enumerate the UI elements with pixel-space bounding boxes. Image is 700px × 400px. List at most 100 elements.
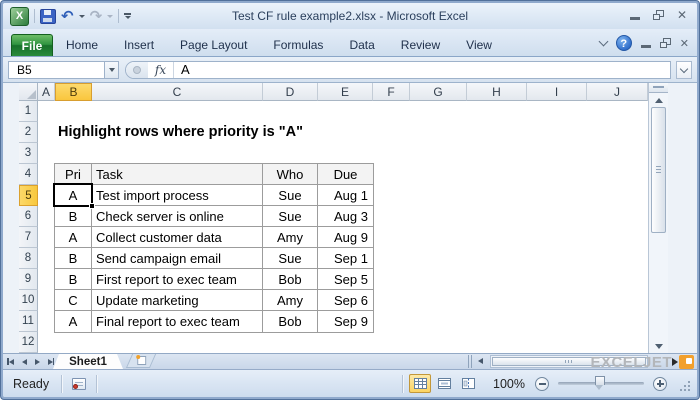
tab-data[interactable]: Data [336, 34, 387, 56]
row-header-7[interactable]: 7 [19, 227, 38, 248]
name-box-dropdown[interactable] [104, 60, 119, 79]
next-sheet-button[interactable] [34, 358, 40, 365]
column-header-d[interactable]: D [263, 83, 318, 101]
redo-dropdown-icon[interactable] [107, 14, 114, 18]
name-box[interactable]: B5 [8, 60, 104, 79]
previous-sheet-button[interactable] [21, 358, 27, 365]
column-header-f[interactable]: F [373, 83, 410, 101]
cell-c10[interactable]: Update marketing [92, 290, 263, 310]
row-header-8[interactable]: 8 [19, 248, 38, 269]
scroll-left-button[interactable] [478, 358, 483, 364]
close-workbook-icon[interactable]: ✕ [680, 38, 689, 49]
cell-d7[interactable]: Amy [263, 227, 318, 247]
table-header-pri[interactable]: Pri [55, 164, 92, 184]
excel-app-icon[interactable]: X [10, 6, 29, 26]
vertical-scroll-track[interactable] [649, 233, 668, 339]
cell-e6[interactable]: Aug 3 [318, 206, 373, 226]
row-header-4[interactable]: 4 [19, 164, 38, 185]
row-header-5-selected[interactable]: 5 [19, 185, 38, 206]
row-header-1[interactable]: 1 [19, 101, 38, 122]
undo-icon[interactable]: ↶ [61, 8, 74, 24]
tab-formulas[interactable]: Formulas [260, 34, 336, 56]
scroll-down-button[interactable] [649, 339, 668, 353]
close-window-icon[interactable]: ✕ [677, 9, 687, 21]
help-icon[interactable]: ? [615, 35, 632, 51]
cell-b7[interactable]: A [55, 227, 92, 247]
cell-b10[interactable]: C [55, 290, 92, 310]
row-header-11[interactable]: 11 [19, 311, 38, 332]
cell-e5[interactable]: Aug 1 [318, 185, 373, 205]
column-header-b-selected[interactable]: B [55, 83, 92, 101]
scroll-right-icon[interactable] [672, 358, 678, 366]
row-header-9[interactable]: 9 [19, 269, 38, 290]
scroll-up-button[interactable] [649, 93, 668, 107]
cell-c11[interactable]: Final report to exec team [92, 311, 263, 332]
zoom-level-label[interactable]: 100% [493, 377, 525, 391]
column-header-c[interactable]: C [92, 83, 263, 101]
column-header-e[interactable]: E [318, 83, 373, 101]
record-macro-button[interactable] [72, 377, 87, 390]
cell-c6[interactable]: Check server is online [92, 206, 263, 226]
cell-d5[interactable]: Sue [263, 185, 318, 205]
insert-function-icon[interactable]: fx [148, 61, 174, 78]
zoom-slider[interactable] [558, 376, 644, 390]
row-header-6[interactable]: 6 [19, 206, 38, 227]
column-header-i[interactable]: I [527, 83, 587, 101]
cell-d11[interactable]: Bob [263, 311, 318, 332]
tab-view[interactable]: View [453, 34, 505, 56]
cell-e8[interactable]: Sep 1 [318, 248, 373, 268]
tab-home[interactable]: Home [53, 34, 111, 56]
cell-b9[interactable]: B [55, 269, 92, 289]
tab-file[interactable]: File [11, 34, 53, 56]
row-header-2[interactable]: 2 [19, 122, 38, 143]
cell-d6[interactable]: Sue [263, 206, 318, 226]
first-sheet-button[interactable] [7, 358, 14, 365]
vertical-split-handle[interactable] [649, 83, 668, 93]
cell-c9[interactable]: First report to exec team [92, 269, 263, 289]
customize-qat-dropdown-icon[interactable] [124, 13, 132, 19]
tab-insert[interactable]: Insert [111, 34, 167, 56]
cell-e7[interactable]: Aug 9 [318, 227, 373, 247]
zoom-in-button[interactable] [653, 376, 667, 391]
formula-input[interactable]: A [174, 62, 190, 77]
zoom-slider-thumb[interactable] [595, 376, 605, 390]
cell-c7[interactable]: Collect customer data [92, 227, 263, 247]
zoom-out-button[interactable] [535, 376, 549, 391]
column-header-j[interactable]: J [587, 83, 648, 101]
expand-formula-bar-button[interactable] [676, 60, 692, 79]
vertical-scrollbar[interactable] [648, 83, 668, 353]
cell-e11[interactable]: Sep 9 [318, 311, 373, 332]
cell-e10[interactable]: Sep 6 [318, 290, 373, 310]
cell-b11[interactable]: A [55, 311, 92, 332]
minimize-window-icon[interactable] [629, 16, 640, 20]
row-header-10[interactable]: 10 [19, 290, 38, 311]
insert-worksheet-button[interactable] [125, 354, 157, 368]
resize-grip[interactable] [679, 380, 692, 393]
cell-c5[interactable]: Test import process [92, 185, 263, 205]
expand-ribbon-chevron-icon[interactable] [598, 36, 609, 47]
cell-d10[interactable]: Amy [263, 290, 318, 310]
sheet-cells[interactable]: Highlight rows where priority is "A" Pri… [38, 101, 648, 353]
minimize-workbook-icon[interactable] [640, 44, 651, 48]
normal-view-button[interactable] [409, 374, 432, 393]
restore-workbook-icon[interactable] [659, 38, 671, 48]
column-header-h[interactable]: H [467, 83, 527, 101]
table-header-who[interactable]: Who [263, 164, 318, 184]
vertical-scroll-thumb[interactable] [651, 107, 666, 233]
last-sheet-button[interactable] [47, 358, 54, 365]
column-header-a[interactable]: A [38, 83, 55, 101]
cell-c8[interactable]: Send campaign email [92, 248, 263, 268]
cell-d8[interactable]: Sue [263, 248, 318, 268]
page-break-view-button[interactable] [457, 374, 479, 393]
table-header-task[interactable]: Task [92, 164, 263, 184]
cell-b8[interactable]: B [55, 248, 92, 268]
tab-scrollbar-splitter[interactable] [468, 355, 472, 368]
column-header-g[interactable]: G [410, 83, 467, 101]
sheet-heading-cell[interactable]: Highlight rows where priority is "A" [58, 122, 303, 143]
save-icon[interactable] [40, 8, 56, 24]
page-layout-view-button[interactable] [433, 374, 455, 393]
tab-review[interactable]: Review [388, 34, 453, 56]
cell-d9[interactable]: Bob [263, 269, 318, 289]
select-all-corner[interactable] [19, 83, 38, 101]
restore-window-icon[interactable] [652, 10, 664, 20]
